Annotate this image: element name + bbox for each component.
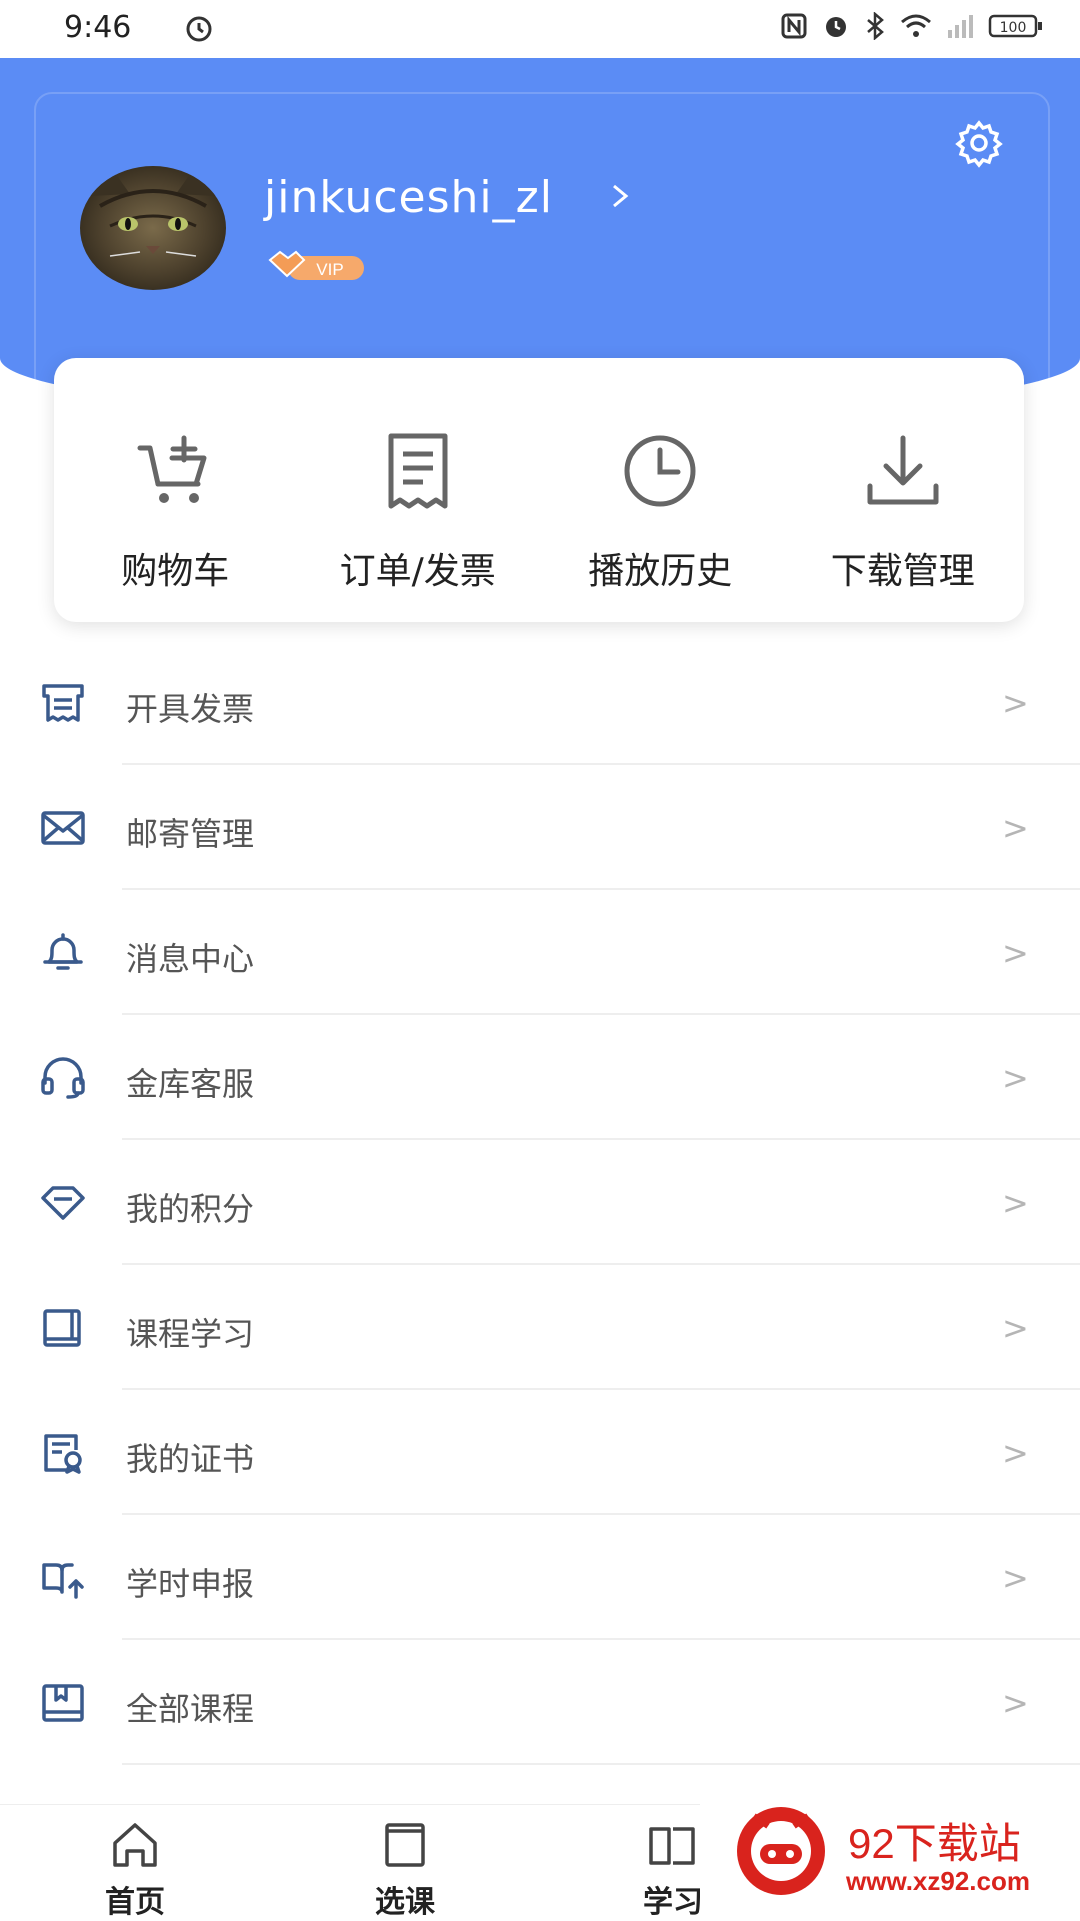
sync-icon xyxy=(184,14,214,48)
menu-item-label: 全部课程 xyxy=(126,1690,255,1728)
quick-action-label: 订单/发票 xyxy=(339,551,496,592)
chevron-right-icon: > xyxy=(1002,1059,1029,1097)
cart-icon xyxy=(134,430,216,516)
tab-label: 学习 xyxy=(643,1885,703,1920)
menu-item-messages[interactable]: 消息中心 > xyxy=(0,890,1080,1015)
svg-text:100: 100 xyxy=(1000,20,1027,36)
home-icon xyxy=(109,1819,161,1875)
diamond-icon xyxy=(40,1182,86,1224)
receipt-icon xyxy=(377,430,459,516)
menu-item-label: 我的证书 xyxy=(126,1440,255,1478)
tab-label: 选课 xyxy=(375,1885,435,1920)
chevron-right-icon: > xyxy=(1002,684,1029,722)
menu-item-label: 开具发票 xyxy=(126,690,255,728)
quick-action-label: 下载管理 xyxy=(830,551,975,592)
download-icon xyxy=(862,430,944,516)
quick-action-cart[interactable]: 购物车 xyxy=(54,358,297,622)
watermark-url: www.xz92.com xyxy=(846,1866,1030,1896)
chevron-right-icon: > xyxy=(1002,934,1029,972)
bell-icon xyxy=(40,932,86,974)
quick-action-downloads[interactable]: 下载管理 xyxy=(782,358,1025,622)
alarm-icon xyxy=(822,12,850,44)
battery-icon: 100 xyxy=(988,12,1044,44)
status-bar: 9:46 100 xyxy=(0,0,1080,58)
tab-label: 首页 xyxy=(105,1885,165,1920)
watermark-logo-icon xyxy=(734,1804,828,1898)
menu-item-points[interactable]: 我的积分 > xyxy=(0,1140,1080,1265)
vip-badge: VIP xyxy=(268,246,368,284)
quick-action-orders[interactable]: 订单/发票 xyxy=(297,358,540,622)
headset-icon xyxy=(40,1057,86,1099)
tab-courses[interactable]: 选课 xyxy=(340,1819,470,1921)
menu-item-label: 我的积分 xyxy=(126,1190,255,1228)
status-time: 9:46 xyxy=(64,10,132,45)
menu-item-label: 消息中心 xyxy=(126,940,255,978)
bookmark-book-icon xyxy=(40,1682,86,1724)
chevron-right-icon: > xyxy=(1002,809,1029,847)
profile-chevron-right-icon[interactable] xyxy=(608,178,632,218)
book-icon xyxy=(40,1307,86,1349)
divider xyxy=(122,1763,1080,1765)
menu-item-customer-service[interactable]: 金库客服 > xyxy=(0,1015,1080,1140)
menu-item-label: 学时申报 xyxy=(126,1565,255,1603)
menu-item-all-courses[interactable]: 全部课程 > xyxy=(0,1640,1080,1765)
chevron-right-icon: > xyxy=(1002,1434,1029,1472)
bluetooth-icon xyxy=(864,11,886,44)
chevron-right-icon: > xyxy=(1002,1184,1029,1222)
clock-icon xyxy=(619,430,701,516)
tab-home[interactable]: 首页 xyxy=(70,1819,200,1921)
certificate-icon xyxy=(40,1432,86,1474)
chevron-right-icon: > xyxy=(1002,1309,1029,1347)
course-icon xyxy=(379,1819,431,1875)
open-book-upload-icon xyxy=(40,1557,86,1599)
menu-item-course-study[interactable]: 课程学习 > xyxy=(0,1265,1080,1390)
watermark-title: 92下载站 xyxy=(848,1820,1021,1867)
invoice-icon xyxy=(40,682,86,724)
wifi-icon xyxy=(900,12,932,44)
nfc-icon xyxy=(780,12,808,44)
menu-item-certificates[interactable]: 我的证书 > xyxy=(0,1390,1080,1515)
chevron-right-icon: > xyxy=(1002,1684,1029,1722)
menu-item-label: 邮寄管理 xyxy=(126,815,255,853)
username[interactable]: jinkuceshi_zl xyxy=(264,172,553,223)
vip-label: VIP xyxy=(316,260,343,279)
menu-item-mail[interactable]: 邮寄管理 > xyxy=(0,765,1080,890)
status-icons: 100 xyxy=(780,11,1044,44)
mail-icon xyxy=(40,807,86,849)
menu-list: 开具发票 > 邮寄管理 > 消息中心 > 金库客服 > 我的积分 > 课程学习 … xyxy=(0,640,1080,1765)
quick-action-label: 购物车 xyxy=(121,551,230,592)
settings-gear-icon[interactable] xyxy=(954,118,1004,168)
signal-icon xyxy=(946,12,974,44)
chevron-right-icon: > xyxy=(1002,1559,1029,1597)
quick-actions-card: 购物车 订单/发票 播放历史 下载管理 xyxy=(54,358,1024,622)
study-book-icon xyxy=(647,1819,699,1875)
quick-action-label: 播放历史 xyxy=(588,551,733,592)
quick-action-history[interactable]: 播放历史 xyxy=(539,358,782,622)
menu-item-label: 金库客服 xyxy=(126,1065,255,1103)
menu-item-invoice[interactable]: 开具发票 > xyxy=(0,640,1080,765)
watermark: 92下载站 www.xz92.com xyxy=(700,1782,1080,1920)
menu-item-label: 课程学习 xyxy=(126,1315,255,1353)
avatar[interactable] xyxy=(80,166,226,290)
menu-item-credit-hours[interactable]: 学时申报 > xyxy=(0,1515,1080,1640)
